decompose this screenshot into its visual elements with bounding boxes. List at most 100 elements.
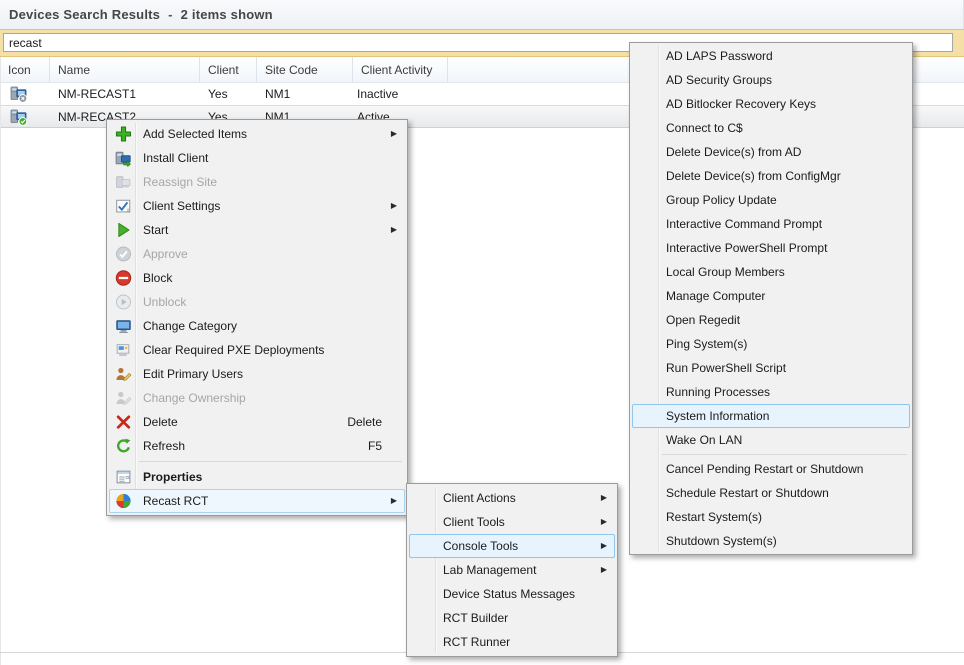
console-tools-item-shutdown-system-s[interactable]: Shutdown System(s) <box>632 529 910 553</box>
menu-item-client-settings[interactable]: Client Settings ▶ <box>109 194 405 218</box>
console-tools-item-group-policy-update[interactable]: Group Policy Update <box>632 188 910 212</box>
menu-item-label: Console Tools <box>443 539 518 553</box>
menu-item-label: Lab Management <box>443 563 536 577</box>
block-icon <box>115 270 132 287</box>
console-tools-item-run-powershell-script[interactable]: Run PowerShell Script <box>632 356 910 380</box>
unblock-icon <box>115 294 132 311</box>
menu-item-label: Connect to C$ <box>666 121 743 135</box>
device-inactive-icon <box>10 85 28 103</box>
column-header-icon[interactable]: Icon <box>0 57 50 82</box>
console-tools-item-ping-system-s[interactable]: Ping System(s) <box>632 332 910 356</box>
cell-client: Yes <box>200 83 257 105</box>
menu-item-edit-primary-users[interactable]: Edit Primary Users <box>109 362 405 386</box>
console-tools-item-restart-system-s[interactable]: Restart System(s) <box>632 505 910 529</box>
console-tools-item-delete-device-s-from-configmgr[interactable]: Delete Device(s) from ConfigMgr <box>632 164 910 188</box>
menu-item-label: Change Ownership <box>143 391 246 405</box>
menu-item-start[interactable]: Start▶ <box>109 218 405 242</box>
console-tools-item-wake-on-lan[interactable]: Wake On LAN <box>632 428 910 452</box>
menu-item-block[interactable]: Block <box>109 266 405 290</box>
change-category-icon <box>115 318 132 335</box>
console-tools-item-ad-bitlocker-recovery-keys[interactable]: AD Bitlocker Recovery Keys <box>632 92 910 116</box>
device-context-menu: Add Selected Items▶Install ClientReassig… <box>106 119 408 516</box>
recast-submenu-item-rct-runner[interactable]: RCT Runner <box>409 630 615 654</box>
console-tools-item-connect-to-c$[interactable]: Connect to C$ <box>632 116 910 140</box>
recast-submenu-item-client-actions[interactable]: Client Actions ▶ <box>409 486 615 510</box>
column-header-name[interactable]: Name <box>50 57 200 82</box>
device-active-icon <box>10 108 28 126</box>
submenu-arrow-icon: ▶ <box>601 565 607 574</box>
menu-item-label: RCT Builder <box>443 611 508 625</box>
menu-item-add-selected-items[interactable]: Add Selected Items▶ <box>109 122 405 146</box>
menu-item-clear-required-pxe-deployments[interactable]: Clear Required PXE Deployments <box>109 338 405 362</box>
edit-primary-users-icon <box>115 366 132 383</box>
menu-item-reassign-site: Reassign Site <box>109 170 405 194</box>
menu-item-label: Client Actions <box>443 491 516 505</box>
menu-item-delete[interactable]: DeleteDelete <box>109 410 405 434</box>
menu-item-label: Shutdown System(s) <box>666 534 777 548</box>
recast-submenu-item-console-tools[interactable]: Console Tools ▶ <box>409 534 615 558</box>
menu-item-label: Open Regedit <box>666 313 740 327</box>
menu-item-recast-rct[interactable]: Recast RCT▶ <box>109 489 405 513</box>
recast-rct-submenu: Client Actions▶Client Tools▶Console Tool… <box>406 483 618 657</box>
menu-item-label: Interactive PowerShell Prompt <box>666 241 827 255</box>
menu-item-label: RCT Runner <box>443 635 510 649</box>
menu-item-label: Block <box>143 271 172 285</box>
menu-item-change-category[interactable]: Change Category <box>109 314 405 338</box>
menu-item-label: Interactive Command Prompt <box>666 217 822 231</box>
console-tools-item-schedule-restart-or-shutdown[interactable]: Schedule Restart or Shutdown <box>632 481 910 505</box>
console-tools-item-system-information[interactable]: System Information <box>632 404 910 428</box>
menu-item-label: Run PowerShell Script <box>666 361 786 375</box>
cell-icon <box>0 83 50 105</box>
pane-left-border <box>0 57 1 665</box>
recast-submenu-item-lab-management[interactable]: Lab Management ▶ <box>409 558 615 582</box>
menu-item-label: AD Bitlocker Recovery Keys <box>666 97 816 111</box>
menu-item-label: Group Policy Update <box>666 193 777 207</box>
menu-item-label: Change Category <box>143 319 237 333</box>
menu-item-label: Device Status Messages <box>443 587 575 601</box>
menu-item-change-ownership: Change Ownership <box>109 386 405 410</box>
cell-name: NM-RECAST1 <box>50 83 200 105</box>
menu-item-properties[interactable]: Properties <box>109 465 405 489</box>
menu-item-label: Restart System(s) <box>666 510 762 524</box>
menu-item-label: Wake On LAN <box>666 433 742 447</box>
change-ownership-icon <box>115 390 132 407</box>
recast-submenu-item-device-status-messages[interactable]: Device Status Messages <box>409 582 615 606</box>
console-tools-item-cancel-pending-restart-or-shutdown[interactable]: Cancel Pending Restart or Shutdown <box>632 457 910 481</box>
menu-item-approve: Approve <box>109 242 405 266</box>
menu-item-label: Manage Computer <box>666 289 765 303</box>
menu-item-label: Unblock <box>143 295 186 309</box>
recast-submenu-item-client-tools[interactable]: Client Tools▶ <box>409 510 615 534</box>
menu-item-install-client[interactable]: Install Client <box>109 146 405 170</box>
console-tools-item-local-group-members[interactable]: Local Group Members <box>632 260 910 284</box>
client-settings-icon <box>115 198 132 215</box>
clear-pxe-icon <box>115 342 132 359</box>
console-tools-item-manage-computer[interactable]: Manage Computer <box>632 284 910 308</box>
menu-item-label: Delete <box>143 415 178 429</box>
cell-site-code: NM1 <box>257 83 353 105</box>
console-tools-item-open-regedit[interactable]: Open Regedit <box>632 308 910 332</box>
console-tools-item-ad-security-groups[interactable]: AD Security Groups <box>632 68 910 92</box>
column-header-site-code[interactable]: Site Code <box>257 57 353 82</box>
submenu-arrow-icon: ▶ <box>601 493 607 502</box>
approve-icon <box>115 246 132 263</box>
menu-item-label: Schedule Restart or Shutdown <box>666 486 829 500</box>
recast-submenu-item-rct-builder[interactable]: RCT Builder <box>409 606 615 630</box>
submenu-arrow-icon: ▶ <box>391 201 397 210</box>
column-header-client-activity[interactable]: Client Activity <box>353 57 448 82</box>
reassign-site-icon <box>115 174 132 191</box>
cell-icon <box>0 106 50 127</box>
column-header-client[interactable]: Client <box>200 57 257 82</box>
console-tools-item-interactive-command-prompt[interactable]: Interactive Command Prompt <box>632 212 910 236</box>
console-tools-item-interactive-powershell-prompt[interactable]: Interactive PowerShell Prompt <box>632 236 910 260</box>
menu-item-label: Client Settings <box>143 199 220 213</box>
menu-separator <box>139 461 402 462</box>
menu-item-unblock: Unblock <box>109 290 405 314</box>
delete-icon <box>115 414 132 431</box>
recast-icon <box>115 493 132 510</box>
menu-item-refresh[interactable]: RefreshF5 <box>109 434 405 458</box>
submenu-arrow-icon: ▶ <box>391 496 397 505</box>
submenu-arrow-icon: ▶ <box>601 541 607 550</box>
console-tools-item-ad-laps-password[interactable]: AD LAPS Password <box>632 44 910 68</box>
console-tools-item-running-processes[interactable]: Running Processes <box>632 380 910 404</box>
console-tools-item-delete-device-s-from-ad[interactable]: Delete Device(s) from AD <box>632 140 910 164</box>
